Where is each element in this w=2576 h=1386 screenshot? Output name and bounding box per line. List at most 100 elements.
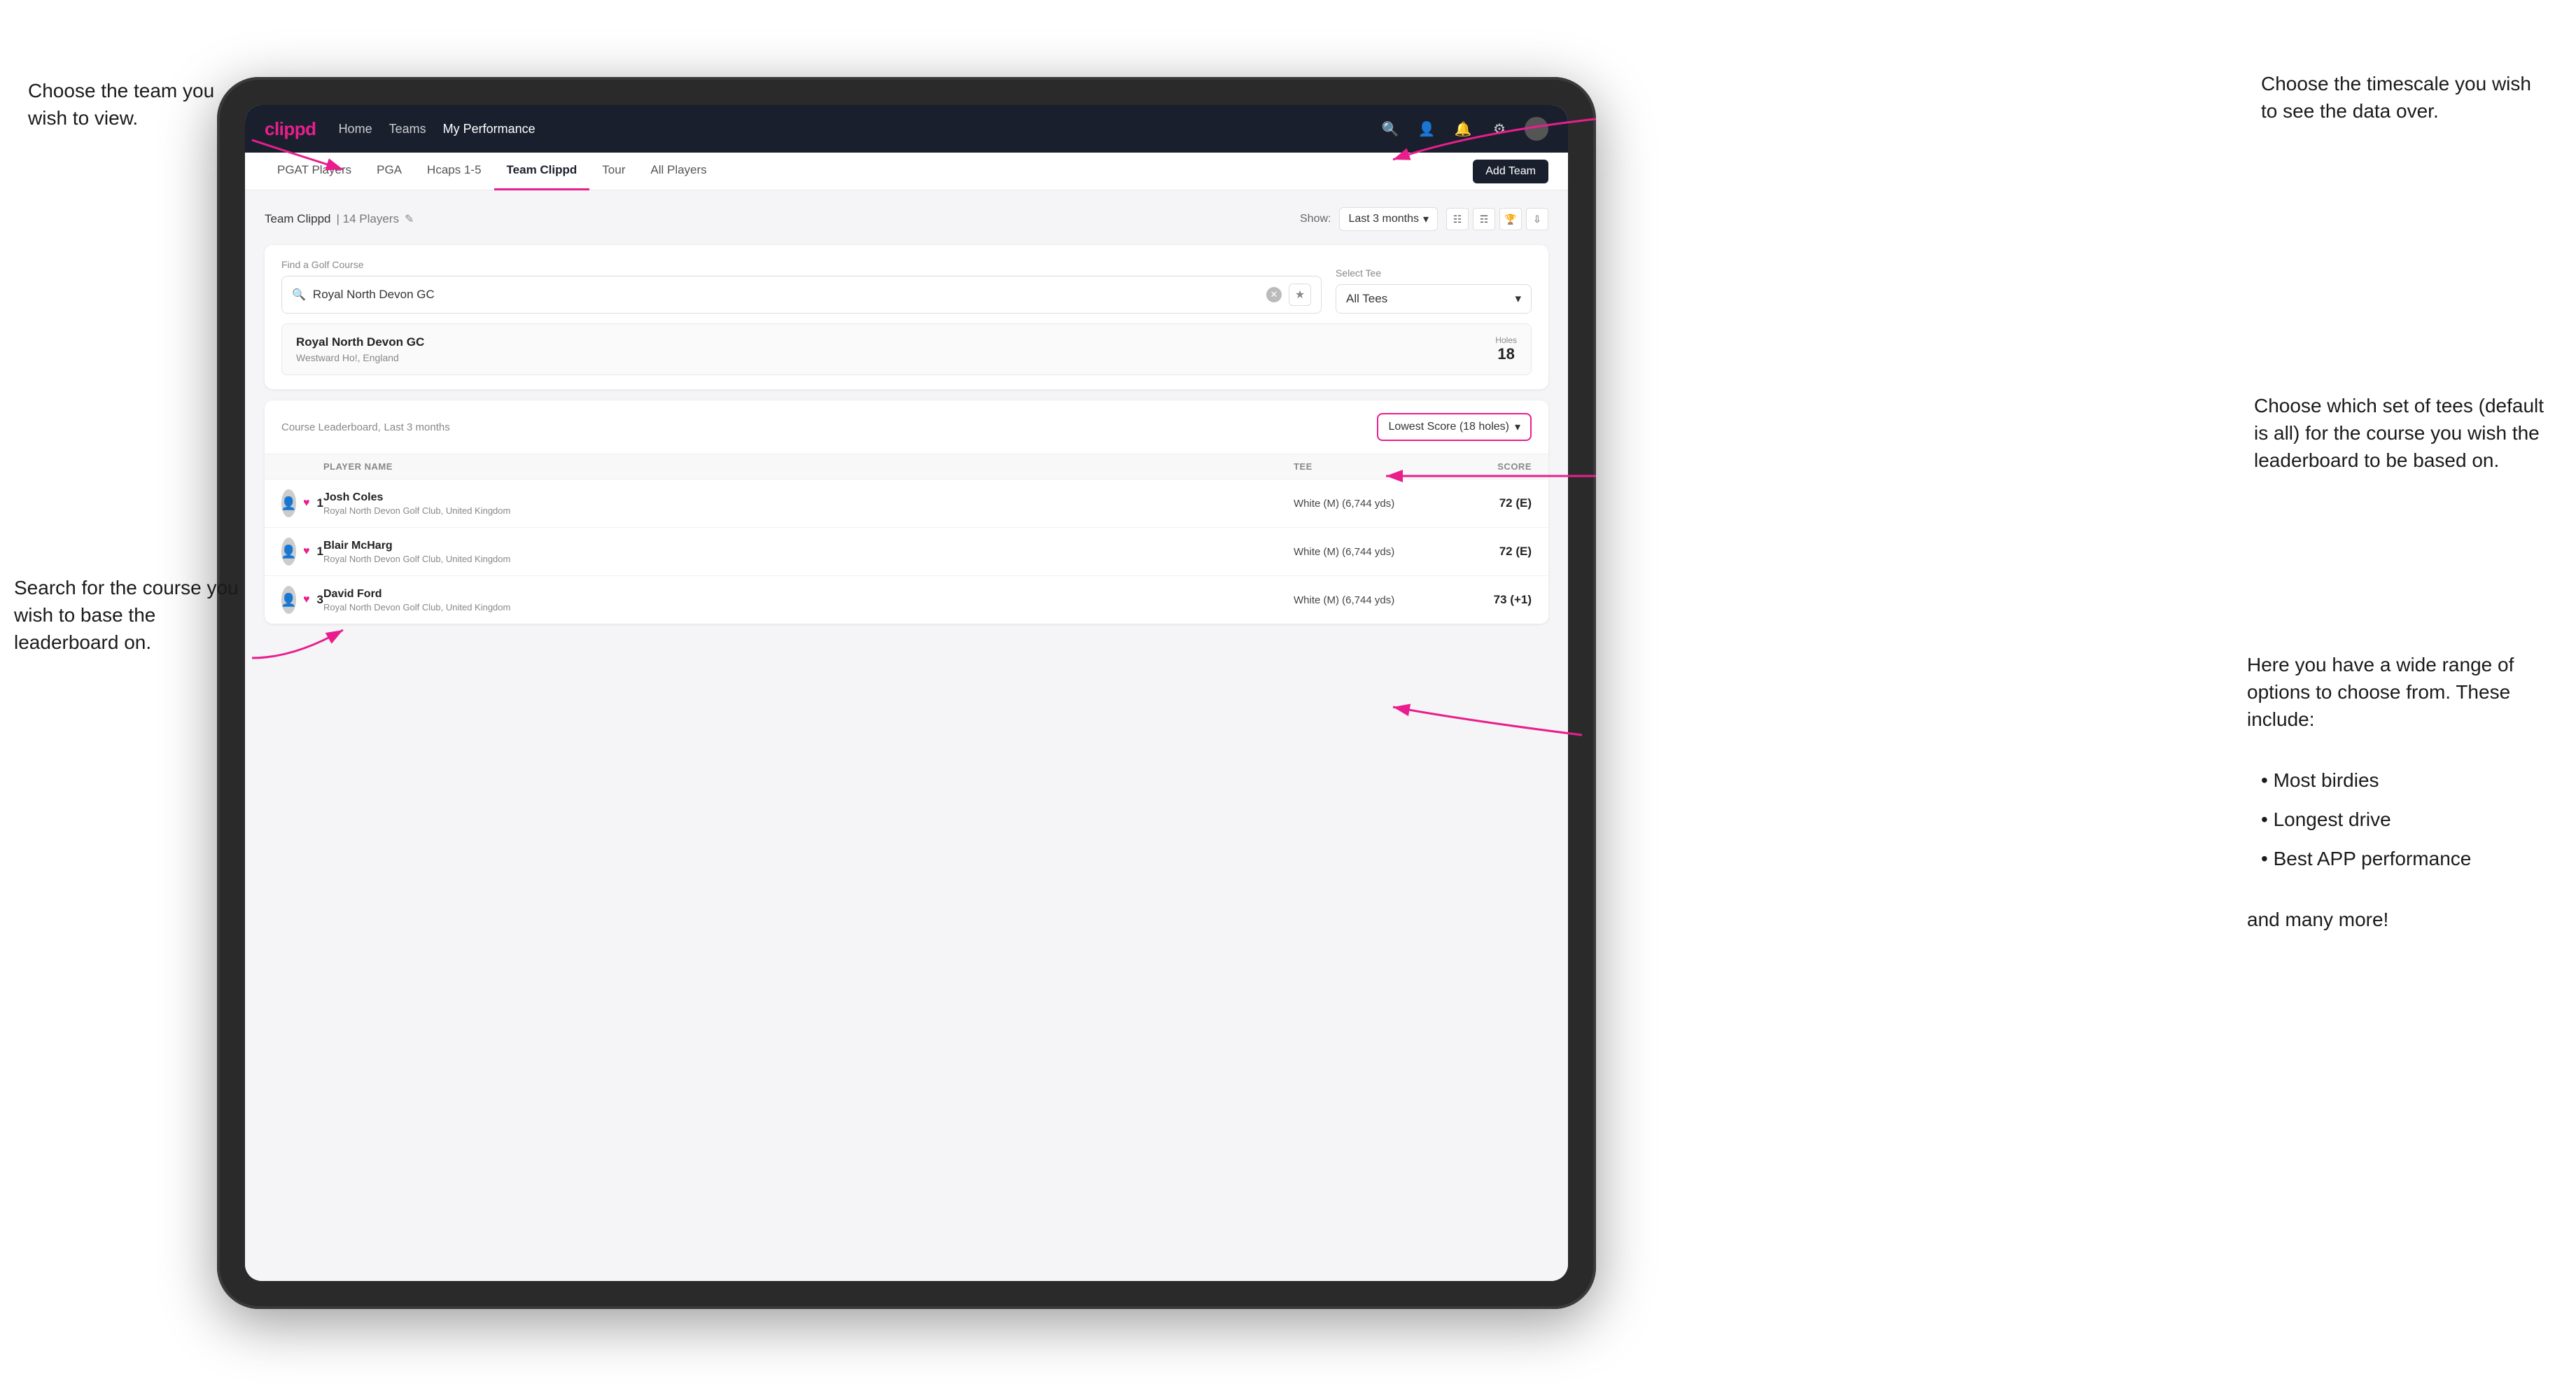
annotation-options: Here you have a wide range of options to… xyxy=(2247,651,2548,933)
player-name: David Ford xyxy=(323,588,1294,601)
holes-label: Holes xyxy=(1495,335,1517,345)
view-toggle-group: ☷ ☶ 🏆 ⇩ xyxy=(1446,208,1548,230)
col-header-player xyxy=(281,461,323,472)
bullet-app: • Best APP performance xyxy=(2261,839,2548,878)
tee-select-field: Select Tee All Tees ▾ xyxy=(1336,267,1532,314)
rank-number: 1 xyxy=(317,496,323,510)
subnav-pgat[interactable]: PGAT Players xyxy=(265,153,364,190)
team-header: Team Clippd | 14 Players ✎ Show: Last 3 … xyxy=(265,207,1548,231)
player-rank-col: 👤 ♥ 1 xyxy=(281,538,323,566)
tee-dropdown[interactable]: All Tees ▾ xyxy=(1336,284,1532,314)
notification-icon[interactable]: 🔔 xyxy=(1452,118,1474,140)
edit-team-icon[interactable]: ✎ xyxy=(405,212,414,226)
player-name: Josh Coles xyxy=(323,491,1294,504)
find-course-label: Find a Golf Course xyxy=(281,259,1322,270)
settings-icon[interactable]: ⚙ xyxy=(1488,118,1511,140)
player-info-col: David Ford Royal North Devon Golf Club, … xyxy=(323,588,1294,612)
course-search-input[interactable] xyxy=(313,288,1259,302)
team-name: Team Clippd xyxy=(265,212,331,226)
heart-icon: ♥ xyxy=(303,497,310,510)
and-more: and many more! xyxy=(2247,906,2548,933)
bullet-birdies: • Most birdies xyxy=(2261,761,2548,800)
holes-badge: Holes 18 xyxy=(1495,335,1517,363)
show-label: Show: xyxy=(1300,213,1331,225)
nav-my-performance[interactable]: My Performance xyxy=(443,122,536,136)
rank-number: 1 xyxy=(317,545,323,559)
annotation-choose-tees: Choose which set of tees (default is all… xyxy=(2254,392,2555,475)
player-avatar: 👤 xyxy=(281,489,296,517)
time-range-dropdown[interactable]: Last 3 months ▾ xyxy=(1339,207,1438,231)
player-rank-col: 👤 ♥ 1 xyxy=(281,489,323,517)
col-header-tee: TEE xyxy=(1294,461,1434,472)
tee-info: White (M) (6,744 yds) xyxy=(1294,546,1434,558)
player-score: 73 (+1) xyxy=(1434,593,1532,607)
bullet-drive: • Longest drive xyxy=(2261,800,2548,839)
chevron-down-icon: ▾ xyxy=(1515,420,1520,434)
grid-view-button[interactable]: ☷ xyxy=(1446,208,1469,230)
table-row[interactable]: 👤 ♥ 3 David Ford Royal North Devon Golf … xyxy=(265,576,1548,624)
profile-icon[interactable]: 👤 xyxy=(1415,118,1438,140)
search-icon[interactable]: 🔍 xyxy=(1379,118,1401,140)
chevron-down-icon: ▾ xyxy=(1515,292,1521,306)
annotation-choose-timescale: Choose the timescale you wish to see the… xyxy=(2261,70,2541,125)
subnav: PGAT Players PGA Hcaps 1-5 Team Clippd T… xyxy=(245,153,1568,190)
heart-icon: ♥ xyxy=(303,594,310,606)
player-avatar: 👤 xyxy=(281,538,296,566)
trophy-view-button[interactable]: 🏆 xyxy=(1499,208,1522,230)
col-header-player-name: PLAYER NAME xyxy=(323,461,1294,472)
subnav-tour[interactable]: Tour xyxy=(589,153,638,190)
team-player-count: | 14 Players xyxy=(337,212,399,226)
subnav-hcaps[interactable]: Hcaps 1-5 xyxy=(414,153,493,190)
player-rank-col: 👤 ♥ 3 xyxy=(281,586,323,614)
user-avatar[interactable] xyxy=(1525,117,1548,141)
app-logo: clippd xyxy=(265,118,316,140)
player-score: 72 (E) xyxy=(1434,496,1532,510)
subnav-pga[interactable]: PGA xyxy=(364,153,414,190)
search-row: Find a Golf Course 🔍 ✕ ★ Select Tee All … xyxy=(281,259,1532,314)
subnav-team-clippd[interactable]: Team Clippd xyxy=(494,153,590,190)
leaderboard-title: Course Leaderboard, Last 3 months xyxy=(281,420,450,434)
player-info-col: Blair McHarg Royal North Devon Golf Club… xyxy=(323,540,1294,564)
table-header: PLAYER NAME TEE SCORE xyxy=(265,454,1548,479)
tee-info: White (M) (6,744 yds) xyxy=(1294,594,1434,606)
export-button[interactable]: ⇩ xyxy=(1526,208,1548,230)
course-result-row[interactable]: Royal North Devon GC Westward Ho!, Engla… xyxy=(281,323,1532,375)
team-title: Team Clippd | 14 Players ✎ xyxy=(265,212,414,226)
ipad-frame: clippd Home Teams My Performance 🔍 👤 🔔 ⚙… xyxy=(217,77,1596,1309)
player-avatar: 👤 xyxy=(281,586,296,614)
rank-number: 3 xyxy=(317,593,323,607)
course-search-field: Find a Golf Course 🔍 ✕ ★ xyxy=(281,259,1322,314)
course-name: Royal North Devon GC xyxy=(296,335,424,349)
list-view-button[interactable]: ☶ xyxy=(1473,208,1495,230)
chevron-down-icon: ▾ xyxy=(1423,212,1429,226)
content-area: Team Clippd | 14 Players ✎ Show: Last 3 … xyxy=(245,190,1568,1281)
tee-info: White (M) (6,744 yds) xyxy=(1294,498,1434,510)
leaderboard-section: Course Leaderboard, Last 3 months Lowest… xyxy=(265,400,1548,624)
ipad-screen: clippd Home Teams My Performance 🔍 👤 🔔 ⚙… xyxy=(245,105,1568,1281)
subnav-right: Add Team xyxy=(1473,160,1548,183)
table-row[interactable]: 👤 ♥ 1 Josh Coles Royal North Devon Golf … xyxy=(265,479,1548,528)
search-clear-button[interactable]: ✕ xyxy=(1266,287,1282,302)
player-name: Blair McHarg xyxy=(323,540,1294,552)
heart-icon: ♥ xyxy=(303,545,310,558)
favorite-button[interactable]: ★ xyxy=(1289,284,1311,306)
course-search-input-wrap: 🔍 ✕ ★ xyxy=(281,276,1322,314)
col-header-score: SCORE xyxy=(1434,461,1532,472)
add-team-button[interactable]: Add Team xyxy=(1473,160,1548,183)
leaderboard-header: Course Leaderboard, Last 3 months Lowest… xyxy=(265,400,1548,454)
player-score: 72 (E) xyxy=(1434,545,1532,559)
player-info-col: Josh Coles Royal North Devon Golf Club, … xyxy=(323,491,1294,516)
navbar-right: 🔍 👤 🔔 ⚙ xyxy=(1379,117,1548,141)
player-club: Royal North Devon Golf Club, United King… xyxy=(323,602,1294,612)
nav-teams[interactable]: Teams xyxy=(389,122,426,136)
nav-home[interactable]: Home xyxy=(339,122,372,136)
player-club: Royal North Devon Golf Club, United King… xyxy=(323,554,1294,564)
score-type-dropdown[interactable]: Lowest Score (18 holes) ▾ xyxy=(1377,413,1532,441)
annotation-choose-team: Choose the team you wish to view. xyxy=(28,77,252,132)
search-icon: 🔍 xyxy=(292,288,306,302)
annotation-search-course: Search for the course you wish to base t… xyxy=(14,574,252,657)
player-club: Royal North Devon Golf Club, United King… xyxy=(323,505,1294,516)
table-row[interactable]: 👤 ♥ 1 Blair McHarg Royal North Devon Gol… xyxy=(265,528,1548,576)
course-info: Royal North Devon GC Westward Ho!, Engla… xyxy=(296,335,424,363)
subnav-all-players[interactable]: All Players xyxy=(638,153,719,190)
